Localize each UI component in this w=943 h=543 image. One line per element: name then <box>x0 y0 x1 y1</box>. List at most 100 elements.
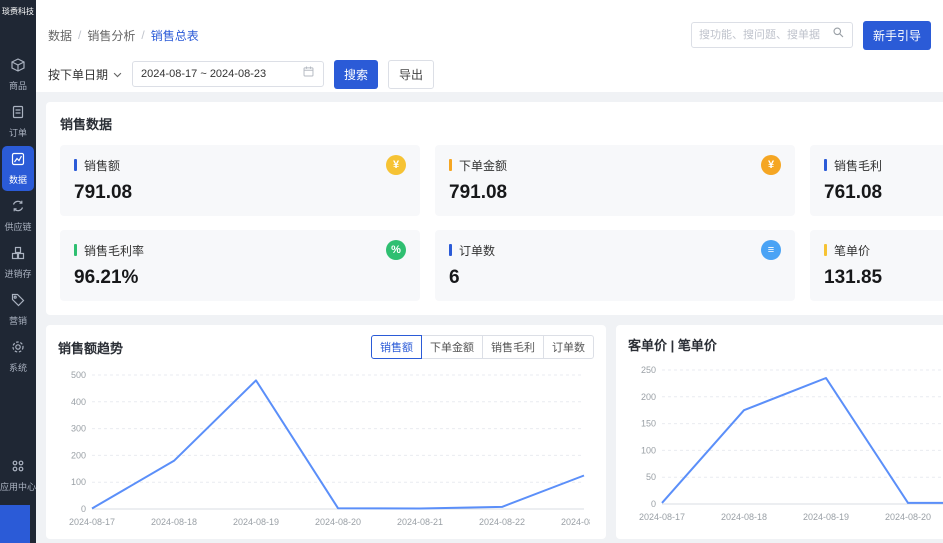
svg-text:250: 250 <box>641 365 656 375</box>
global-search[interactable] <box>690 22 853 48</box>
content-inner: 销售数据 销售额 ¥ 791.08 下单金额 ¥ 791.08 销售毛利 761… <box>46 102 943 539</box>
tab-order-amount[interactable]: 下单金额 <box>421 335 483 359</box>
date-range-input[interactable] <box>141 68 297 80</box>
percent-icon: % <box>386 240 406 260</box>
breadcrumb-current: 销售总表 <box>150 28 199 43</box>
chevron-down-icon <box>113 67 122 81</box>
sales-trend-title: 销售额趋势 <box>58 340 124 356</box>
filter-toolbar: 按下单日期 搜索 导出 <box>36 56 943 92</box>
svg-text:150: 150 <box>641 419 656 429</box>
svg-text:2024-08-20: 2024-08-20 <box>885 512 931 522</box>
sidebar: 琰赉科技 商品 订单 数据 供应链 进销存 营销 系统 应用中心 <box>0 0 36 543</box>
gridlines <box>92 374 584 510</box>
sidebar-bottom-accent[interactable] <box>0 505 30 543</box>
breadcrumb-item[interactable]: 销售分析 <box>87 27 135 44</box>
accent-bar <box>74 244 77 256</box>
sidebar-item-system[interactable]: 系统 <box>2 334 34 379</box>
coin-icon: ¥ <box>761 155 781 175</box>
breadcrumb-separator: / <box>78 28 82 42</box>
sidebar-item-label: 订单 <box>8 128 27 138</box>
accent-bar <box>449 244 452 256</box>
svg-text:2024-08-21: 2024-08-21 <box>397 517 443 527</box>
date-range-picker[interactable] <box>132 61 325 87</box>
trend-metric-tabs: 销售额 下单金额 销售毛利 订单数 <box>371 335 594 359</box>
metric-tile-order-amount: 下单金额 ¥ 791.08 <box>435 145 795 216</box>
sales-trend-chart: 0 100 200 300 400 500 2024-08-17 2024-08-18 2024… <box>58 365 607 538</box>
line-chart-svg: 01002003004005002024-08-17 2024-08-18 2024… <box>69 370 607 527</box>
svg-text:0: 0 <box>81 504 86 514</box>
gear-icon <box>10 339 26 360</box>
metric-value: 761.08 <box>824 182 883 203</box>
svg-text:200: 200 <box>641 392 656 402</box>
metrics-grid: 销售额 ¥ 791.08 下单金额 ¥ 791.08 销售毛利 761.08 销… <box>60 145 943 301</box>
main-area: 数据 / 销售分析 / 销售总表 新手引导 按下单日期 搜索 <box>36 0 943 543</box>
metric-label: 订单数 <box>459 243 496 258</box>
sidebar-item-supply-chain[interactable]: 供应链 <box>2 193 34 238</box>
inventory-icon <box>10 245 26 266</box>
metric-tile-sales-amount: 销售额 ¥ 791.08 <box>60 145 420 216</box>
sidebar-item-products[interactable]: 商品 <box>2 52 34 97</box>
metric-value: 791.08 <box>449 182 508 203</box>
tab-order-count[interactable]: 订单数 <box>543 335 594 359</box>
svg-text:2024-08-23: 2024-08-23 <box>561 517 590 527</box>
sidebar-item-inventory[interactable]: 进销存 <box>2 240 34 285</box>
tab-gross-profit[interactable]: 销售毛利 <box>482 335 544 359</box>
yen-icon: ¥ <box>386 155 406 175</box>
metric-value: 131.85 <box>824 267 883 288</box>
sidebar-item-app-center[interactable]: 应用中心 <box>0 453 36 498</box>
guide-button[interactable]: 新手引导 <box>862 20 931 50</box>
search-input[interactable] <box>698 29 832 41</box>
svg-text:400: 400 <box>71 397 86 407</box>
date-type-dropdown[interactable]: 按下单日期 <box>48 66 122 83</box>
sidebar-item-label: 商品 <box>8 81 27 91</box>
content-area: 销售数据 销售额 ¥ 791.08 下单金额 ¥ 791.08 销售毛利 761… <box>36 92 943 543</box>
search-icon[interactable] <box>832 26 845 44</box>
date-type-label: 按下单日期 <box>48 67 109 82</box>
export-button[interactable]: 导出 <box>388 59 435 89</box>
svg-text:2024-08-18: 2024-08-18 <box>721 512 767 522</box>
sidebar-item-label: 营销 <box>8 316 27 326</box>
svg-text:50: 50 <box>646 472 656 482</box>
accent-bar <box>449 159 452 171</box>
logo: 琰赉科技 <box>2 7 34 16</box>
line-chart-svg: 0501001502002502024-08-17 2024-08-18 2024-… <box>639 365 943 522</box>
breadcrumb-separator: / <box>141 28 145 42</box>
x-axis-labels: 2024-08-17 2024-08-18 2024-08-19 2024-08-20… <box>639 512 931 522</box>
sidebar-item-data[interactable]: 数据 <box>2 146 34 191</box>
metric-value: 6 <box>449 267 460 288</box>
calendar-icon[interactable] <box>302 65 315 83</box>
header: 数据 / 销售分析 / 销售总表 新手引导 <box>36 0 943 56</box>
svg-text:500: 500 <box>71 370 86 380</box>
sidebar-item-orders[interactable]: 订单 <box>2 99 34 144</box>
accent-bar <box>824 159 827 171</box>
sales-data-card: 销售数据 销售额 ¥ 791.08 下单金额 ¥ 791.08 销售毛利 761… <box>46 102 943 315</box>
sidebar-bottom: 应用中心 <box>0 452 36 499</box>
svg-text:2024-08-17: 2024-08-17 <box>69 517 115 527</box>
metric-tile-avg-order-value: 笔单价 ¥ 131.85 <box>810 230 943 301</box>
avg-price-chart: 0 50 100 150 200 250 2024-08-17 2024-08-18 2024-… <box>628 360 943 533</box>
metric-value: 96.21% <box>74 267 139 288</box>
svg-text:2024-08-17: 2024-08-17 <box>639 512 685 522</box>
sidebar-item-label: 数据 <box>8 175 27 185</box>
sales-card-title: 销售数据 <box>60 117 113 132</box>
svg-text:2024-08-19: 2024-08-19 <box>233 517 279 527</box>
accent-bar <box>74 159 77 171</box>
metric-label: 笔单价 <box>834 243 871 258</box>
svg-text:2024-08-22: 2024-08-22 <box>479 517 525 527</box>
svg-text:100: 100 <box>641 445 656 455</box>
chart-icon <box>10 151 26 172</box>
supply-chain-icon <box>10 198 26 219</box>
metric-value: 791.08 <box>74 182 133 203</box>
svg-text:100: 100 <box>71 477 86 487</box>
breadcrumb-item[interactable]: 数据 <box>48 27 72 44</box>
svg-text:200: 200 <box>71 450 86 460</box>
sidebar-item-label: 系统 <box>8 363 27 373</box>
avg-price-title: 客单价 | 笔单价 <box>628 338 717 353</box>
tab-sales-amount[interactable]: 销售额 <box>371 335 422 359</box>
sidebar-item-marketing[interactable]: 营销 <box>2 287 34 332</box>
app-window: 琰赉科技 商品 订单 数据 供应链 进销存 营销 系统 应用中心 数据 / 销售… <box>0 0 943 543</box>
search-button[interactable]: 搜索 <box>334 59 379 89</box>
y-axis-labels: 0 50 100 150 200 250 <box>641 365 656 509</box>
sidebar-nav: 商品 订单 数据 供应链 进销存 营销 系统 <box>0 51 36 380</box>
breadcrumb: 数据 / 销售分析 / 销售总表 <box>48 27 199 44</box>
